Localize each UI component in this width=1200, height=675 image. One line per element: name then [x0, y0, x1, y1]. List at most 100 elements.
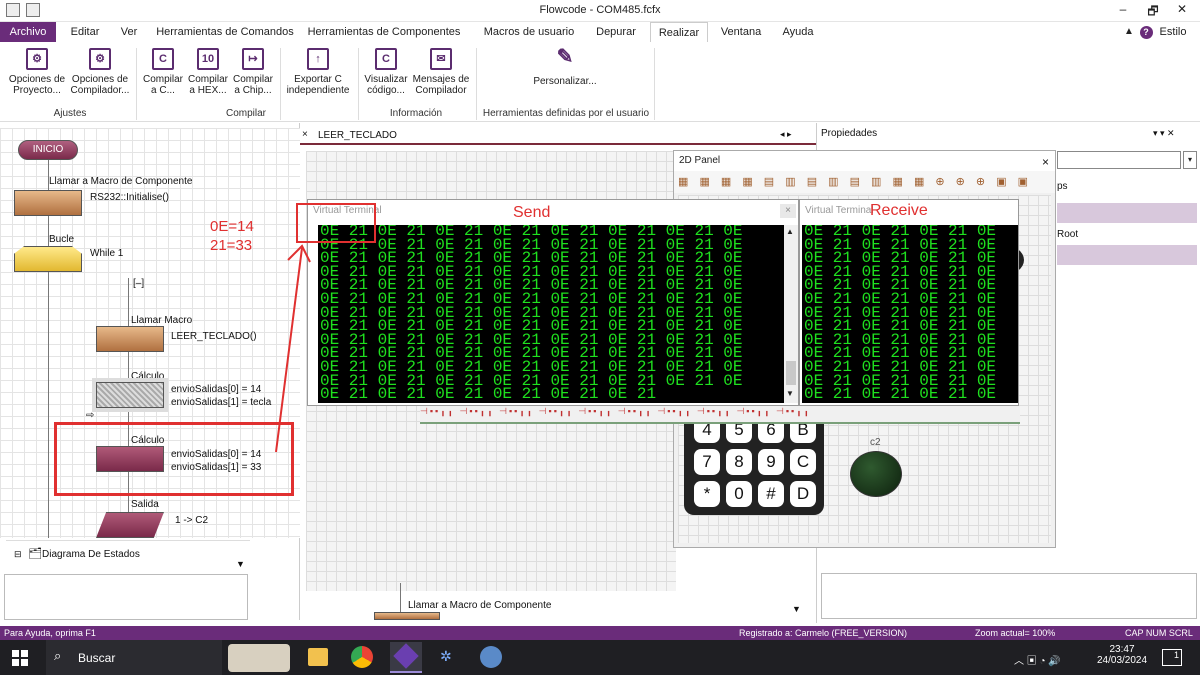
menu-depurar[interactable]: Depurar	[590, 22, 642, 42]
flowchart-canvas[interactable]: INICIO Llamar a Macro de Componente RS23…	[0, 128, 300, 538]
scroll-down-icon[interactable]: ▼	[792, 604, 801, 614]
menu-ver[interactable]: Ver	[112, 22, 146, 42]
scroll-up-icon[interactable]: ▲	[786, 227, 794, 236]
start-node[interactable]: INICIO	[18, 140, 78, 160]
terminal-send-output[interactable]: 0E 21 0E 21 0E 21 0E 21 0E 21 0E 21 0E 2…	[318, 225, 784, 403]
scroll-down-icon[interactable]: ▼	[236, 559, 245, 569]
menu-ayuda[interactable]: Ayuda	[774, 22, 822, 42]
panel-2d-toolbar[interactable]: ▦ ▦ ▦ ▦ ▤ ▥ ▤ ▥ ▤ ▥ ▦ ▦ ⊕ ⊕ ⊕ ▣ ▣	[674, 171, 1055, 193]
key-9[interactable]: 9	[758, 449, 784, 475]
view-code-button[interactable]: C Visualizar código...	[362, 48, 410, 96]
flowcode-icon	[393, 643, 419, 669]
c2-label: c2	[870, 437, 881, 448]
menu-editar[interactable]: Editar	[62, 22, 108, 42]
loop-title: Bucle	[49, 234, 75, 245]
properties-root[interactable]: Root	[1057, 229, 1078, 240]
key-8[interactable]: 8	[726, 449, 752, 475]
expand-icon[interactable]: ⊟	[14, 549, 22, 560]
terminal-close-button[interactable]: ×	[780, 204, 796, 218]
close-icon[interactable]: ×	[1042, 155, 1049, 169]
key-hash[interactable]: #	[758, 481, 784, 507]
minimize-button[interactable]: –	[1113, 2, 1133, 16]
close-button[interactable]: ✕	[1172, 2, 1192, 16]
menu-macros-usuario[interactable]: Macros de usuario	[474, 22, 584, 42]
restore-button[interactable]: 🗗	[1143, 2, 1163, 23]
collapse-ribbon-icon[interactable]: ▲	[1122, 22, 1136, 42]
export-c-button[interactable]: ↑ Exportar Cindependiente	[282, 48, 354, 96]
user-macro-node[interactable]	[96, 326, 164, 352]
highlight-box	[54, 422, 294, 496]
key-c[interactable]: C	[790, 449, 816, 475]
app-icon[interactable]: ✲	[440, 648, 460, 666]
properties-row[interactable]	[1057, 203, 1197, 223]
tab-leer-teclado[interactable]: LEER_TECLADO	[318, 130, 397, 141]
flowcode-taskbar-button[interactable]	[390, 642, 422, 673]
panel-controls[interactable]: ▾ ▾ ✕	[1153, 128, 1175, 139]
chip-icon: ↦	[242, 48, 264, 70]
project-options-button[interactable]: ⚙ Opciones de Proyecto...	[6, 48, 68, 96]
compile-to-hex-button[interactable]: 10 Compilar a HEX...	[186, 48, 230, 96]
search-icon: ⌕	[54, 648, 62, 663]
virtual-terminal-receive: Virtual Terminal 0E 21 0E 21 0E 21 0E 0E…	[799, 199, 1019, 406]
collapse-toggle[interactable]: [–]	[133, 278, 144, 289]
file-explorer-icon[interactable]	[308, 648, 328, 666]
taskbar: ⌕ Buscar ✲ ︿ ▣ ◔ 🔊 23:47 24/03/2024 1	[0, 640, 1200, 675]
properties-selector[interactable]	[1057, 151, 1181, 169]
scrollbar[interactable]: ▲ ▼	[784, 225, 798, 403]
scroll-thumb[interactable]	[786, 361, 796, 385]
compiler-messages-button[interactable]: ✉ Mensajes de Compilador	[410, 48, 472, 96]
clock-date: 24/03/2024	[1097, 655, 1148, 666]
ribbon-separator	[280, 48, 281, 120]
ribbon: ⚙ Opciones de Proyecto... ⚙ Opciones de Comp…	[0, 42, 1200, 122]
menu-herramientas-comandos[interactable]: Herramientas de Comandos	[150, 22, 300, 42]
disabled-calc-node[interactable]	[96, 382, 164, 408]
system-tray-icons[interactable]: ︿ ▣ ◔ 🔊	[1014, 652, 1061, 667]
menu-realizar[interactable]: Realizar	[650, 22, 708, 42]
compile-to-chip-button[interactable]: ↦ Compilar a Chip...	[230, 48, 276, 96]
key-7[interactable]: 7	[694, 449, 720, 475]
calc1-line1: envioSalidas[0] = 14	[171, 384, 262, 395]
led-indicator	[850, 451, 902, 497]
windows-start-icon[interactable]	[12, 650, 28, 666]
compiler-options-button[interactable]: ⚙ Opciones de Compilador...	[68, 48, 132, 96]
chrome-icon[interactable]	[351, 646, 373, 668]
window-title: Flowcode - COM485.fcfx	[539, 4, 661, 16]
properties-row[interactable]	[1057, 245, 1197, 265]
bottom-macro-node[interactable]	[374, 612, 440, 620]
export-icon: ↑	[307, 48, 329, 70]
compile-to-c-button[interactable]: C Compilar a C...	[140, 48, 186, 96]
menu-archivo[interactable]: Archivo	[0, 22, 56, 42]
project-tree: ⊟ 🗂 Diagrama De Estados ▼	[6, 540, 250, 570]
button-label: Exportar C	[294, 74, 342, 85]
properties-tab-fragment: ps	[1057, 181, 1068, 192]
key-d[interactable]: D	[790, 481, 816, 507]
status-bar: Para Ayuda, oprima F1 Registrado a: Carm…	[0, 626, 1200, 640]
panel-2d-title: 2D Panel	[679, 155, 721, 166]
scroll-down-icon[interactable]: ▼	[786, 389, 794, 398]
component-macro-node[interactable]	[14, 190, 82, 216]
clock-time: 23:47	[1109, 644, 1135, 655]
clock[interactable]: 23:47 24/03/2024	[1097, 644, 1147, 666]
bottom-macro-label: Llamar a Macro de Componente	[408, 600, 552, 611]
paint-icon[interactable]	[480, 646, 502, 668]
style-menu[interactable]: Estilo	[1156, 22, 1190, 42]
notification-icon[interactable]: 1	[1162, 649, 1182, 666]
help-icon[interactable]: ?	[1138, 22, 1154, 42]
tab-nav-icon[interactable]: ◂ ▸	[780, 129, 792, 140]
loop-node[interactable]	[14, 246, 82, 272]
taskbar-search[interactable]: ⌕ Buscar	[46, 640, 222, 675]
menu-herramientas-componentes[interactable]: Herramientas de Componentes	[302, 22, 466, 42]
macro2-text: LEER_TECLADO()	[171, 331, 257, 342]
annotation-line2: 21=33	[210, 237, 253, 254]
menu-ventana[interactable]: Ventana	[714, 22, 768, 42]
tree-icon: 🗂	[28, 548, 42, 560]
pen-icon: ✎	[556, 46, 574, 68]
customize-button[interactable]: ✎ Personalizar...	[520, 46, 610, 87]
output-node[interactable]	[96, 512, 164, 538]
chevron-down-icon[interactable]: ▾	[1183, 151, 1197, 169]
tree-item-state-diagram[interactable]: Diagrama De Estados	[42, 549, 140, 560]
key-star[interactable]: *	[694, 481, 720, 507]
close-tab-icon[interactable]: ×	[302, 129, 308, 140]
key-0[interactable]: 0	[726, 481, 752, 507]
terminal-receive-output[interactable]: 0E 21 0E 21 0E 21 0E 0E 21 0E 21 0E 21 0…	[802, 225, 1018, 403]
